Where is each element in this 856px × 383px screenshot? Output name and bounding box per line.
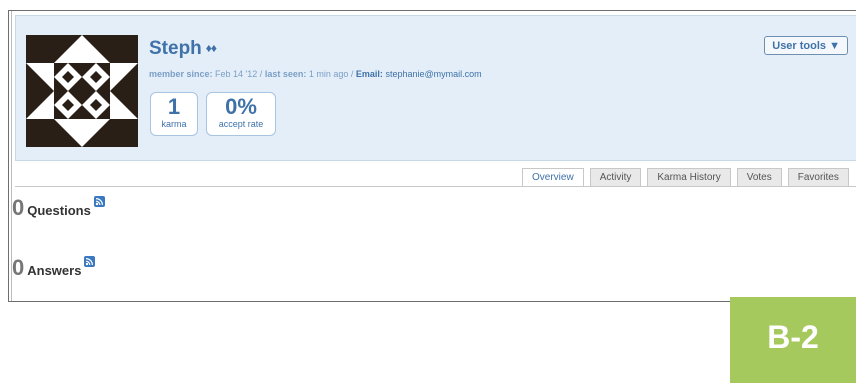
tab-karma-history[interactable]: Karma History: [647, 168, 731, 186]
answers-count: 0: [12, 255, 25, 280]
avatar[interactable]: [26, 35, 138, 147]
last-seen-label: last seen:: [264, 69, 307, 79]
rss-feed-icon[interactable]: [93, 196, 105, 207]
questions-count: 0: [12, 195, 25, 220]
tab-votes[interactable]: Votes: [736, 168, 782, 186]
karma-value: 1: [167, 94, 181, 119]
member-since-value: Feb 14 '12: [215, 69, 258, 79]
tab-divider: [15, 186, 856, 187]
answers-section: 0 Answers: [12, 255, 96, 281]
user-name-heading: Steph ♦♦: [149, 38, 217, 60]
profile-frame: Steph ♦♦ member since: Feb 14 '12 / last …: [8, 10, 856, 302]
karma-stat: 1 karma: [150, 92, 198, 136]
last-seen-value: 1 min ago: [308, 69, 349, 79]
questions-title: Questions: [27, 203, 91, 218]
email-label: Email:: [355, 69, 383, 79]
karma-label: karma: [161, 119, 187, 129]
rss-feed-icon[interactable]: [84, 256, 96, 267]
member-since-label: member since:: [149, 69, 213, 79]
questions-section: 0 Questions: [12, 195, 105, 221]
moderator-diamonds-icon: ♦♦: [205, 41, 217, 55]
member-meta: member since: Feb 14 '12 / last seen: 1 …: [149, 69, 482, 79]
tab-activity[interactable]: Activity: [589, 168, 642, 186]
user-tools-button[interactable]: User tools ▼: [764, 36, 848, 55]
user-name[interactable]: Steph: [149, 38, 202, 59]
profile-header: Steph ♦♦ member since: Feb 14 '12 / last …: [15, 15, 856, 161]
tab-favorites[interactable]: Favorites: [787, 168, 849, 186]
accept-rate-stat: 0% accept rate: [206, 92, 276, 136]
tab-overview[interactable]: Overview: [522, 168, 584, 187]
accept-rate-label: accept rate: [218, 119, 264, 129]
accept-rate-value: 0%: [225, 94, 257, 119]
email-value[interactable]: stephanie@mymail.com: [385, 69, 481, 79]
profile-tabs: Overview Activity Karma History Votes Fa…: [522, 168, 855, 187]
figure-label-badge: B-2: [730, 297, 856, 383]
answers-title: Answers: [27, 263, 82, 278]
